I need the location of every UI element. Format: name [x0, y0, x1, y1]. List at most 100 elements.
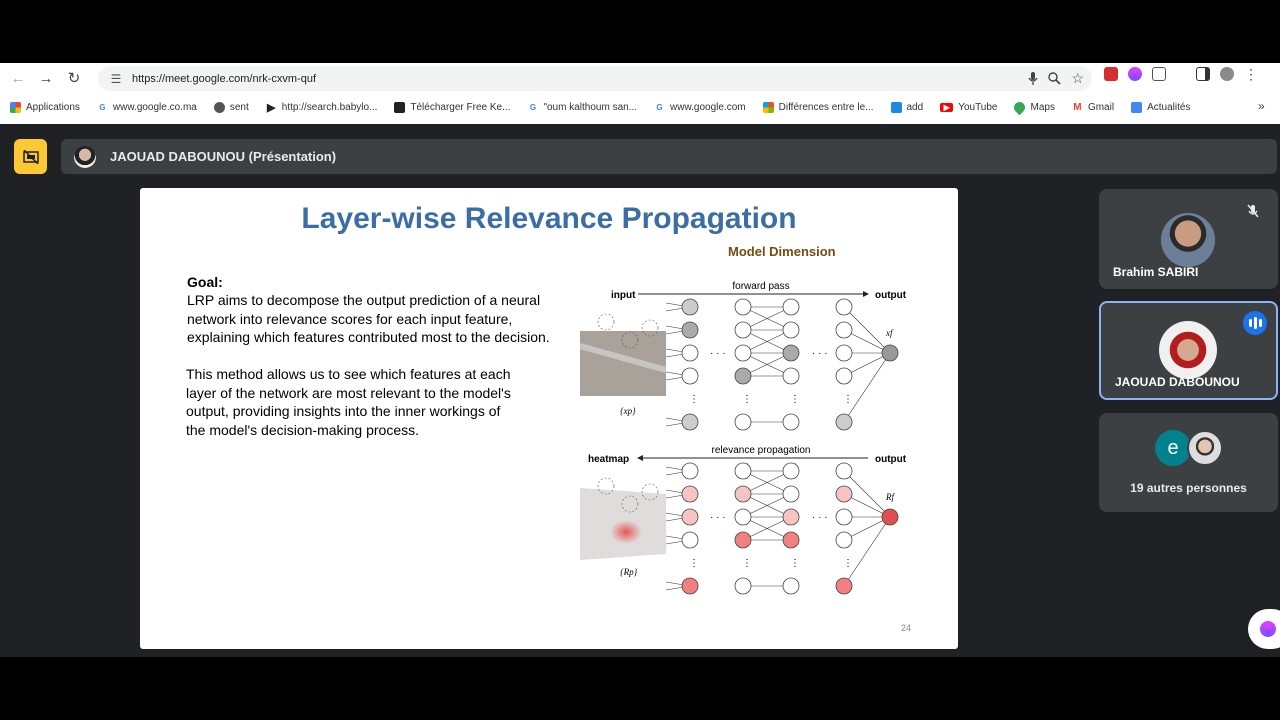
heatmap-hotspot: [610, 520, 642, 544]
site-favicon: [394, 101, 406, 113]
star-bookmark-icon[interactable]: ☆: [1071, 70, 1084, 87]
browser-chrome: ← → ↻ ☰ https://meet.google.com/nrk-cxvm…: [0, 63, 1280, 124]
bookmark-actualites[interactable]: Actualités: [1131, 101, 1190, 113]
apps-grid-icon: [10, 101, 21, 113]
side-panel-icon[interactable]: [1196, 67, 1210, 81]
others-tile[interactable]: e 19 autres personnes: [1099, 413, 1278, 512]
presentation-slide: Layer-wise Relevance Propagation Model D…: [140, 188, 958, 649]
bookmark-differences[interactable]: Différences entre le...: [762, 101, 874, 113]
forward-receptive-field: [597, 313, 615, 331]
participant-avatar: [1161, 213, 1215, 267]
others-count: 19 autres personnes: [1130, 481, 1247, 495]
forward-node: [782, 413, 800, 431]
relevance-node: [782, 531, 800, 549]
bookmark-google-co-ma[interactable]: Gwww.google.co.ma: [97, 102, 197, 113]
mic-icon[interactable]: [1028, 71, 1038, 86]
bookmark-gmail[interactable]: M Gmail: [1072, 102, 1114, 113]
forward-output-node: [881, 344, 899, 362]
relevance-ellipsis: · · ·: [710, 512, 726, 523]
output-label-top: output: [875, 290, 907, 301]
forward-ellipsis: ⋮: [843, 394, 853, 405]
back-arrow-icon[interactable]: ←: [4, 64, 32, 92]
relevance-ellipsis: ⋮: [689, 558, 699, 569]
extension-purple-icon[interactable]: [1128, 67, 1142, 81]
forward-node: [734, 344, 752, 362]
site-favicon: [890, 101, 902, 113]
participant-tile-jaouad[interactable]: JAOUAD DABOUNOU: [1099, 301, 1278, 400]
participant-tile-brahim[interactable]: Brahim SABIRI: [1099, 189, 1278, 289]
url-text[interactable]: https://meet.google.com/nrk-cxvm-quf: [132, 73, 316, 85]
relevance-edge: [843, 516, 891, 587]
relevance-node: [681, 485, 699, 503]
forward-ellipsis: · · ·: [812, 348, 828, 359]
relevance-node: [681, 508, 699, 526]
participant-avatar-letter: e: [1155, 430, 1191, 466]
extensions-puzzle-icon[interactable]: [1152, 67, 1166, 81]
assistant-icon: [1260, 621, 1276, 637]
bookmark-babylon[interactable]: ▶ http://search.babylo...: [266, 102, 377, 114]
relevance-ellipsis: ⋮: [742, 558, 752, 569]
rf-label: Rf: [885, 492, 895, 502]
bookmark-maps[interactable]: Maps: [1012, 99, 1055, 115]
forward-ellipsis: ⋮: [689, 394, 699, 405]
relevance-node: [734, 508, 752, 526]
method-text: This method allows us to see which featu…: [186, 366, 511, 438]
profile-avatar[interactable]: [1220, 67, 1234, 81]
bookmark-sent[interactable]: sent: [213, 101, 249, 113]
mic-off-icon: [1247, 204, 1259, 218]
zoom-icon[interactable]: [1048, 72, 1062, 85]
address-bar[interactable]: ☰ https://meet.google.com/nrk-cxvm-quf ☆: [98, 66, 1092, 91]
relevance-node: [835, 508, 853, 526]
relevance-output-node: [881, 508, 899, 526]
google-icon: G: [656, 102, 663, 112]
more-bookmarks-icon[interactable]: »: [1258, 99, 1265, 113]
lrp-diagram: forward pass input output {xp} xi xj xf …: [579, 281, 907, 595]
xp-label: {xp}: [620, 406, 636, 416]
participant-name: Brahim SABIRI: [1113, 265, 1199, 279]
bookmark-youtube[interactable]: ▶ YouTube: [940, 102, 997, 113]
relevance-node: [835, 531, 853, 549]
relevance-ellipsis: · · ·: [812, 512, 828, 523]
omnibox-actions: ☆: [1028, 66, 1084, 91]
forward-node: [835, 321, 853, 339]
extensions-area: ⋮: [1104, 67, 1258, 81]
google-icon: G: [99, 102, 106, 112]
bookmark-telecharger[interactable]: Télécharger Free Ke...: [394, 101, 510, 113]
forward-ellipsis: ⋮: [742, 394, 752, 405]
participant-avatar: [1159, 321, 1217, 379]
relevance-node: [782, 577, 800, 595]
site-settings-icon[interactable]: ☰: [106, 72, 126, 86]
bookmark-oum-kalthoum[interactable]: G "oum kalthoum san...: [527, 102, 637, 113]
stop-presenting-button[interactable]: [14, 139, 47, 174]
forward-node: [782, 344, 800, 362]
forward-node: [835, 298, 853, 316]
bookmark-applications[interactable]: Applications: [10, 101, 80, 113]
forward-node: [681, 367, 699, 385]
participant-name: JAOUAD DABOUNOU: [1115, 375, 1240, 389]
goal-text: LRP aims to decompose the output predict…: [187, 292, 550, 345]
forward-node: [782, 298, 800, 316]
heatmap-label: heatmap: [588, 454, 629, 465]
slide-subtitle: Model Dimension: [728, 244, 836, 259]
screen: ← → ↻ ☰ https://meet.google.com/nrk-cxvm…: [0, 0, 1280, 720]
windows-icon: [762, 101, 774, 113]
forward-node: [835, 413, 853, 431]
bookmark-google-com[interactable]: Gwww.google.com: [654, 102, 745, 113]
output-label-bottom: output: [875, 454, 907, 465]
forward-arrow-icon[interactable]: →: [32, 64, 60, 92]
relevance-ellipsis: ⋮: [843, 558, 853, 569]
assistant-button[interactable]: [1248, 609, 1280, 649]
reload-icon[interactable]: ↻: [60, 64, 88, 92]
relevance-propagation-label: relevance propagation: [712, 445, 811, 456]
relevance-node: [681, 462, 699, 480]
forward-node: [782, 321, 800, 339]
forward-ellipsis: ⋮: [790, 394, 800, 405]
forward-node: [681, 344, 699, 362]
rp-label: {Rp}: [620, 567, 638, 577]
bookmark-add[interactable]: add: [890, 101, 923, 113]
chrome-menu-icon[interactable]: ⋮: [1244, 67, 1258, 81]
forward-node: [681, 413, 699, 431]
bookmarks-bar: Applications Gwww.google.co.ma sent ▶ htt…: [0, 95, 1280, 119]
extension-red-icon[interactable]: [1104, 67, 1118, 81]
gmail-icon: M: [1073, 101, 1082, 113]
